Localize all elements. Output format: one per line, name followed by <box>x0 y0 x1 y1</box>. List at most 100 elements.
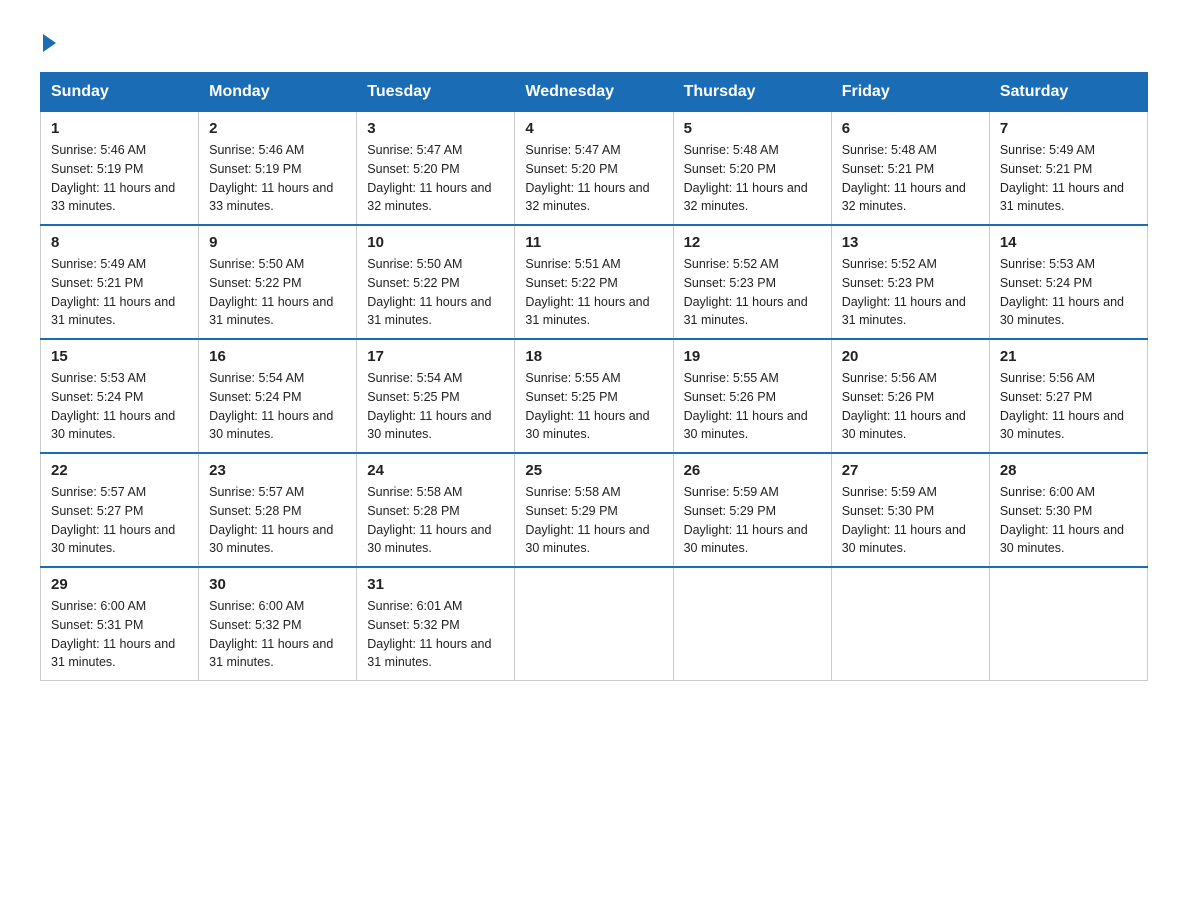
daylight-label: Daylight: 11 hours and 31 minutes. <box>367 637 491 670</box>
day-number: 9 <box>209 234 346 251</box>
day-number: 14 <box>1000 234 1137 251</box>
sunrise-label: Sunrise: 5:59 AM <box>842 485 937 499</box>
daylight-label: Daylight: 11 hours and 30 minutes. <box>51 523 175 556</box>
sunset-label: Sunset: 5:27 PM <box>1000 390 1092 404</box>
day-info: Sunrise: 5:56 AM Sunset: 5:27 PM Dayligh… <box>1000 369 1137 444</box>
sunrise-label: Sunrise: 5:47 AM <box>367 143 462 157</box>
day-info: Sunrise: 5:47 AM Sunset: 5:20 PM Dayligh… <box>525 141 662 216</box>
day-number: 1 <box>51 120 188 137</box>
day-info: Sunrise: 5:48 AM Sunset: 5:21 PM Dayligh… <box>842 141 979 216</box>
day-number: 25 <box>525 462 662 479</box>
week-row-3: 15 Sunrise: 5:53 AM Sunset: 5:24 PM Dayl… <box>41 339 1148 453</box>
day-cell: 21 Sunrise: 5:56 AM Sunset: 5:27 PM Dayl… <box>989 339 1147 453</box>
day-number: 4 <box>525 120 662 137</box>
day-cell: 16 Sunrise: 5:54 AM Sunset: 5:24 PM Dayl… <box>199 339 357 453</box>
day-info: Sunrise: 5:50 AM Sunset: 5:22 PM Dayligh… <box>367 255 504 330</box>
day-info: Sunrise: 6:00 AM Sunset: 5:31 PM Dayligh… <box>51 597 188 672</box>
day-number: 24 <box>367 462 504 479</box>
day-number: 22 <box>51 462 188 479</box>
day-info: Sunrise: 5:53 AM Sunset: 5:24 PM Dayligh… <box>51 369 188 444</box>
daylight-label: Daylight: 11 hours and 30 minutes. <box>525 523 649 556</box>
sunrise-label: Sunrise: 5:54 AM <box>209 371 304 385</box>
sunset-label: Sunset: 5:24 PM <box>209 390 301 404</box>
daylight-label: Daylight: 11 hours and 31 minutes. <box>51 295 175 328</box>
sunrise-label: Sunrise: 5:56 AM <box>842 371 937 385</box>
day-cell: 22 Sunrise: 5:57 AM Sunset: 5:27 PM Dayl… <box>41 453 199 567</box>
day-number: 13 <box>842 234 979 251</box>
daylight-label: Daylight: 11 hours and 30 minutes. <box>684 409 808 442</box>
sunset-label: Sunset: 5:20 PM <box>684 162 776 176</box>
daylight-label: Daylight: 11 hours and 30 minutes. <box>209 523 333 556</box>
sunrise-label: Sunrise: 6:00 AM <box>51 599 146 613</box>
daylight-label: Daylight: 11 hours and 31 minutes. <box>209 637 333 670</box>
day-cell: 1 Sunrise: 5:46 AM Sunset: 5:19 PM Dayli… <box>41 112 199 226</box>
sunrise-label: Sunrise: 5:58 AM <box>367 485 462 499</box>
sunset-label: Sunset: 5:29 PM <box>684 504 776 518</box>
header-row: SundayMondayTuesdayWednesdayThursdayFrid… <box>41 73 1148 112</box>
day-info: Sunrise: 5:58 AM Sunset: 5:28 PM Dayligh… <box>367 483 504 558</box>
day-info: Sunrise: 6:00 AM Sunset: 5:32 PM Dayligh… <box>209 597 346 672</box>
day-number: 21 <box>1000 348 1137 365</box>
daylight-label: Daylight: 11 hours and 30 minutes. <box>1000 409 1124 442</box>
sunset-label: Sunset: 5:28 PM <box>367 504 459 518</box>
day-cell: 28 Sunrise: 6:00 AM Sunset: 5:30 PM Dayl… <box>989 453 1147 567</box>
sunset-label: Sunset: 5:21 PM <box>1000 162 1092 176</box>
day-cell: 7 Sunrise: 5:49 AM Sunset: 5:21 PM Dayli… <box>989 112 1147 226</box>
day-cell: 3 Sunrise: 5:47 AM Sunset: 5:20 PM Dayli… <box>357 112 515 226</box>
sunset-label: Sunset: 5:30 PM <box>1000 504 1092 518</box>
daylight-label: Daylight: 11 hours and 31 minutes. <box>842 295 966 328</box>
day-number: 18 <box>525 348 662 365</box>
week-row-5: 29 Sunrise: 6:00 AM Sunset: 5:31 PM Dayl… <box>41 567 1148 681</box>
daylight-label: Daylight: 11 hours and 32 minutes. <box>367 181 491 214</box>
day-number: 11 <box>525 234 662 251</box>
sunrise-label: Sunrise: 5:57 AM <box>51 485 146 499</box>
sunrise-label: Sunrise: 5:51 AM <box>525 257 620 271</box>
sunset-label: Sunset: 5:26 PM <box>684 390 776 404</box>
sunset-label: Sunset: 5:20 PM <box>525 162 617 176</box>
day-number: 19 <box>684 348 821 365</box>
day-number: 30 <box>209 576 346 593</box>
daylight-label: Daylight: 11 hours and 31 minutes. <box>525 295 649 328</box>
day-cell: 2 Sunrise: 5:46 AM Sunset: 5:19 PM Dayli… <box>199 112 357 226</box>
sunset-label: Sunset: 5:26 PM <box>842 390 934 404</box>
day-cell: 29 Sunrise: 6:00 AM Sunset: 5:31 PM Dayl… <box>41 567 199 681</box>
day-number: 3 <box>367 120 504 137</box>
sunset-label: Sunset: 5:24 PM <box>1000 276 1092 290</box>
day-cell <box>989 567 1147 681</box>
day-info: Sunrise: 5:58 AM Sunset: 5:29 PM Dayligh… <box>525 483 662 558</box>
day-cell: 18 Sunrise: 5:55 AM Sunset: 5:25 PM Dayl… <box>515 339 673 453</box>
sunrise-label: Sunrise: 5:56 AM <box>1000 371 1095 385</box>
sunrise-label: Sunrise: 5:57 AM <box>209 485 304 499</box>
daylight-label: Daylight: 11 hours and 31 minutes. <box>51 637 175 670</box>
day-number: 2 <box>209 120 346 137</box>
day-cell: 27 Sunrise: 5:59 AM Sunset: 5:30 PM Dayl… <box>831 453 989 567</box>
day-cell: 20 Sunrise: 5:56 AM Sunset: 5:26 PM Dayl… <box>831 339 989 453</box>
day-info: Sunrise: 5:46 AM Sunset: 5:19 PM Dayligh… <box>51 141 188 216</box>
sunrise-label: Sunrise: 6:00 AM <box>1000 485 1095 499</box>
logo <box>40 30 56 52</box>
day-info: Sunrise: 5:52 AM Sunset: 5:23 PM Dayligh… <box>842 255 979 330</box>
week-row-4: 22 Sunrise: 5:57 AM Sunset: 5:27 PM Dayl… <box>41 453 1148 567</box>
header-cell-monday: Monday <box>199 73 357 112</box>
day-info: Sunrise: 5:52 AM Sunset: 5:23 PM Dayligh… <box>684 255 821 330</box>
day-info: Sunrise: 5:54 AM Sunset: 5:25 PM Dayligh… <box>367 369 504 444</box>
daylight-label: Daylight: 11 hours and 30 minutes. <box>684 523 808 556</box>
sunrise-label: Sunrise: 5:58 AM <box>525 485 620 499</box>
logo-arrow-icon <box>43 34 56 52</box>
week-row-2: 8 Sunrise: 5:49 AM Sunset: 5:21 PM Dayli… <box>41 225 1148 339</box>
day-number: 15 <box>51 348 188 365</box>
day-number: 23 <box>209 462 346 479</box>
day-info: Sunrise: 5:57 AM Sunset: 5:28 PM Dayligh… <box>209 483 346 558</box>
day-info: Sunrise: 5:55 AM Sunset: 5:26 PM Dayligh… <box>684 369 821 444</box>
daylight-label: Daylight: 11 hours and 30 minutes. <box>51 409 175 442</box>
sunset-label: Sunset: 5:32 PM <box>209 618 301 632</box>
sunset-label: Sunset: 5:28 PM <box>209 504 301 518</box>
day-number: 10 <box>367 234 504 251</box>
day-info: Sunrise: 5:46 AM Sunset: 5:19 PM Dayligh… <box>209 141 346 216</box>
day-number: 29 <box>51 576 188 593</box>
sunrise-label: Sunrise: 5:49 AM <box>1000 143 1095 157</box>
day-number: 28 <box>1000 462 1137 479</box>
day-cell: 4 Sunrise: 5:47 AM Sunset: 5:20 PM Dayli… <box>515 112 673 226</box>
day-number: 8 <box>51 234 188 251</box>
day-info: Sunrise: 5:50 AM Sunset: 5:22 PM Dayligh… <box>209 255 346 330</box>
